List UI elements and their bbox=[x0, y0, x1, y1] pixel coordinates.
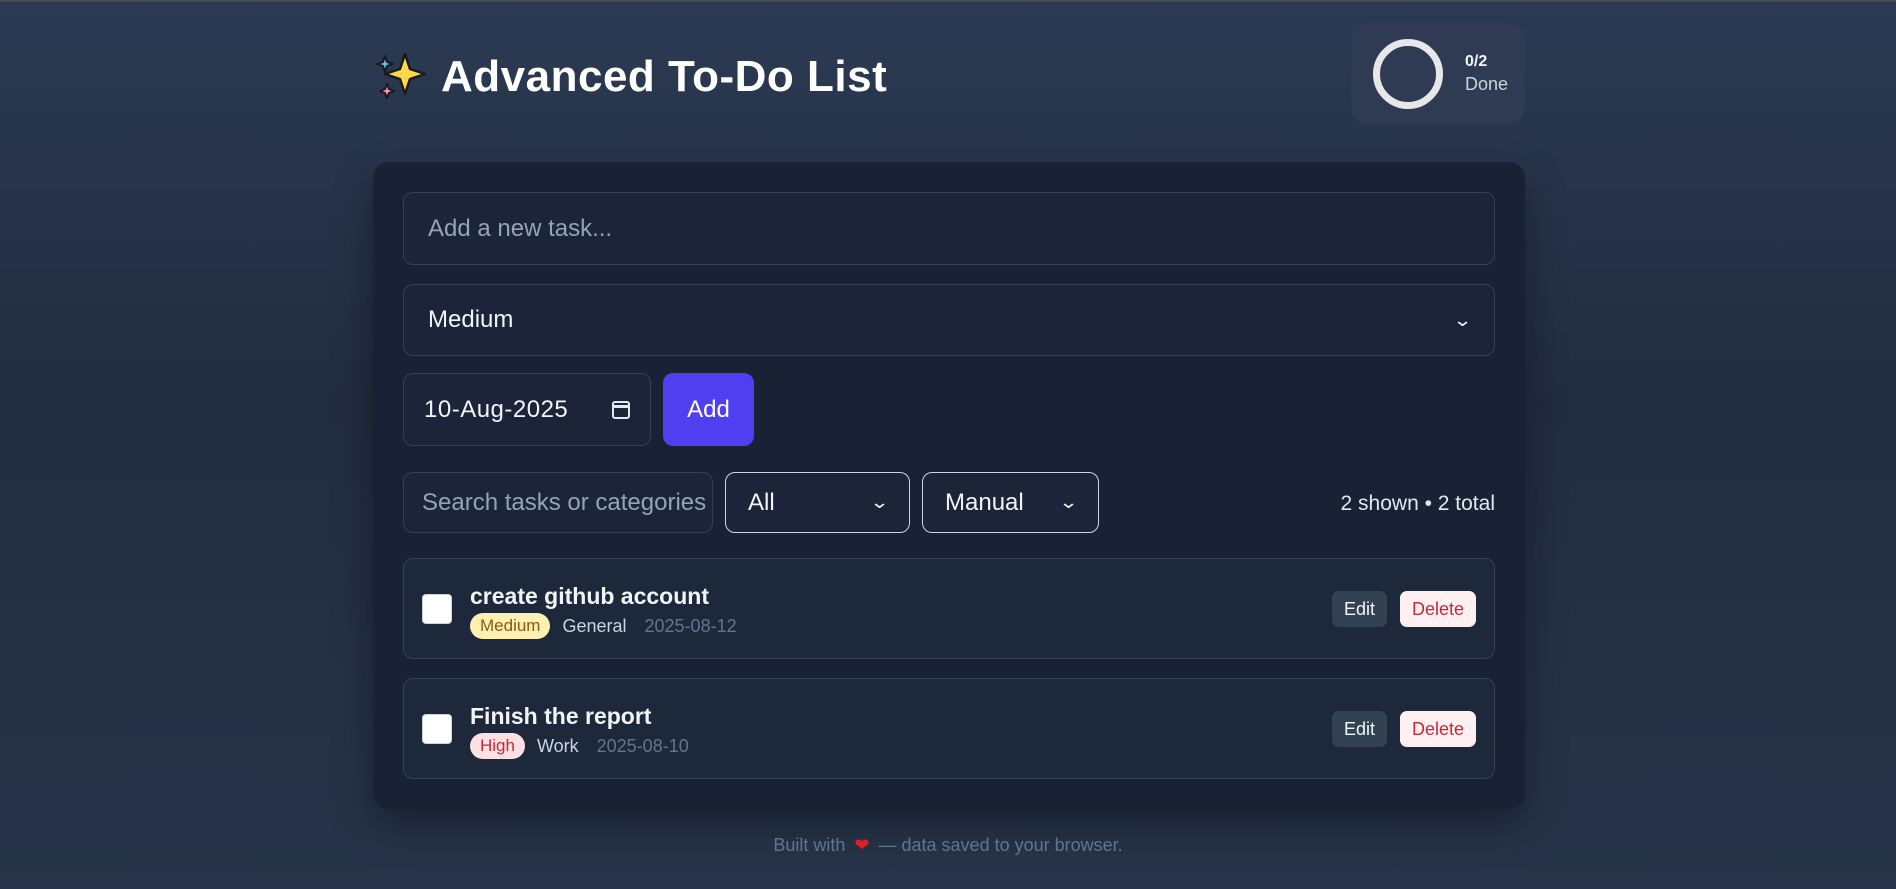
delete-button[interactable]: Delete bbox=[1400, 591, 1476, 627]
task-category: General bbox=[562, 615, 627, 636]
todo-panel: Add a new task... Medium ⌄ 10-Aug-2025 A… bbox=[373, 162, 1525, 809]
sort-select[interactable]: Manual ⌄ bbox=[922, 472, 1099, 533]
progress-label: Done bbox=[1465, 73, 1509, 94]
task-title: create github account bbox=[470, 583, 709, 609]
task-category: Work bbox=[536, 735, 579, 756]
search-input[interactable]: Search tasks or categories bbox=[403, 472, 713, 533]
chevron-down-icon: ⌄ bbox=[1452, 309, 1473, 330]
priority-select-value: Medium bbox=[428, 306, 514, 333]
page-title: Advanced To-Do List bbox=[441, 52, 888, 101]
priority-select[interactable]: Medium ⌄ bbox=[403, 284, 1495, 356]
heart-icon: ❤ bbox=[854, 835, 870, 855]
progress-card: 0/2 Done bbox=[1351, 23, 1525, 124]
new-task-input[interactable]: Add a new task... bbox=[403, 192, 1495, 265]
task-counts: 2 shown • 2 total bbox=[1340, 492, 1495, 515]
due-date-value: 10-Aug-2025 bbox=[424, 395, 569, 423]
task-due-date: 2025-08-10 bbox=[596, 735, 689, 756]
calendar-icon[interactable] bbox=[612, 400, 630, 419]
progress-count: 0/2 bbox=[1465, 52, 1488, 70]
add-task-button[interactable]: Add bbox=[663, 373, 754, 446]
delete-button[interactable]: Delete bbox=[1400, 711, 1476, 747]
task-item: create github account Medium General 202… bbox=[403, 558, 1495, 659]
filter-select[interactable]: All ⌄ bbox=[725, 472, 910, 533]
sort-select-value: Manual bbox=[945, 488, 1024, 516]
chevron-down-icon: ⌄ bbox=[1058, 492, 1079, 512]
task-item: Finish the report High Work 2025-08-10 E… bbox=[403, 678, 1495, 779]
due-date-input[interactable]: 10-Aug-2025 bbox=[403, 373, 651, 446]
footer-suffix: — data saved to your browser. bbox=[878, 835, 1123, 855]
app-header: Advanced To-Do List bbox=[373, 50, 887, 104]
task-meta: Medium General 2025-08-12 bbox=[470, 613, 737, 639]
progress-ring bbox=[1373, 38, 1443, 109]
task-title: Finish the report bbox=[470, 703, 652, 729]
priority-badge: Medium bbox=[470, 613, 551, 639]
task-meta: High Work 2025-08-10 bbox=[470, 733, 689, 759]
task-due-date: 2025-08-12 bbox=[644, 615, 737, 636]
filter-select-value: All bbox=[748, 488, 775, 516]
edit-button[interactable]: Edit bbox=[1332, 711, 1387, 747]
task-checkbox[interactable] bbox=[422, 714, 452, 744]
footer-prefix: Built with bbox=[773, 835, 846, 855]
footer: Built with ❤ — data saved to your browse… bbox=[0, 835, 1896, 856]
chevron-down-icon: ⌄ bbox=[869, 492, 890, 512]
priority-badge: High bbox=[470, 733, 525, 759]
sparkles-icon bbox=[376, 52, 427, 99]
task-checkbox[interactable] bbox=[422, 594, 452, 624]
edit-button[interactable]: Edit bbox=[1332, 591, 1387, 627]
